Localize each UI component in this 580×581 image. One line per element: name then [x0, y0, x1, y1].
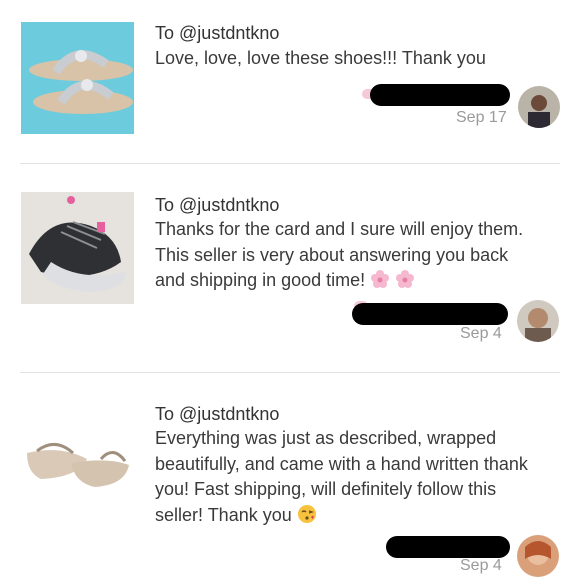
review-message: Everything was just as described, wrappe… [155, 426, 560, 528]
message-text: and shipping in good time! [155, 270, 366, 290]
cherry-blossom-icon [395, 269, 415, 289]
seller-handle-link[interactable]: @justdntkno [179, 404, 279, 424]
redacted-username [352, 303, 508, 325]
message-line: This seller is very about answering you … [155, 244, 509, 265]
redacted-username [386, 536, 510, 558]
message-line: Everything was just as described, wrappe… [155, 428, 497, 448]
message-line-with-emoji: seller! Thank you [155, 503, 560, 529]
review-message: Thanks for the card and I sure will enjo… [155, 217, 560, 294]
review-meta: Sep 4 [0, 300, 580, 348]
review-feed: To @justdntkno Love, love, love these sh… [0, 0, 580, 579]
seller-handle-link[interactable]: @justdntkno [179, 23, 279, 43]
message-line: beautifully, and came with a hand writte… [155, 453, 528, 474]
reviewer-avatar[interactable] [518, 86, 560, 128]
seller-handle-link[interactable]: @justdntkno [179, 195, 279, 215]
recipient-line: To @justdntkno [155, 22, 279, 44]
message-line: Thanks for the card and I sure will enjo… [155, 219, 524, 239]
reviewer-avatar[interactable] [517, 300, 559, 342]
review-date: Sep 4 [460, 557, 502, 574]
nude-flat-photo[interactable] [21, 401, 134, 513]
review-meta: Sep 17 [0, 84, 580, 132]
review-message: Love, love, love these shoes!!! Thank yo… [155, 46, 560, 72]
to-prefix: To [155, 195, 175, 215]
recipient-line: To @justdntkno [155, 403, 279, 425]
message-line: Love, love, love these shoes!!! Thank yo… [155, 48, 486, 68]
review-date: Sep 17 [456, 109, 507, 126]
message-text: seller! Thank you [155, 504, 292, 525]
recipient-line: To @justdntkno [155, 194, 279, 216]
cherry-blossom-icon [370, 269, 390, 289]
review-meta: Sep 4 [0, 533, 580, 581]
message-line: you! Fast shipping, will definitely foll… [155, 479, 497, 499]
redacted-username [370, 84, 510, 106]
review-card: To @justdntkno Thanks for the card and I… [0, 164, 580, 372]
kissing-face-icon [297, 504, 317, 524]
message-line-with-emoji: and shipping in good time! [155, 268, 560, 294]
review-date: Sep 4 [460, 325, 502, 342]
reviewer-avatar[interactable] [517, 535, 559, 577]
black-sneaker-photo[interactable] [21, 192, 134, 304]
review-card: To @justdntkno Love, love, love these sh… [0, 0, 580, 160]
to-prefix: To [155, 23, 175, 43]
to-prefix: To [155, 404, 175, 424]
review-card: To @justdntkno Everything was just as de… [0, 373, 580, 579]
